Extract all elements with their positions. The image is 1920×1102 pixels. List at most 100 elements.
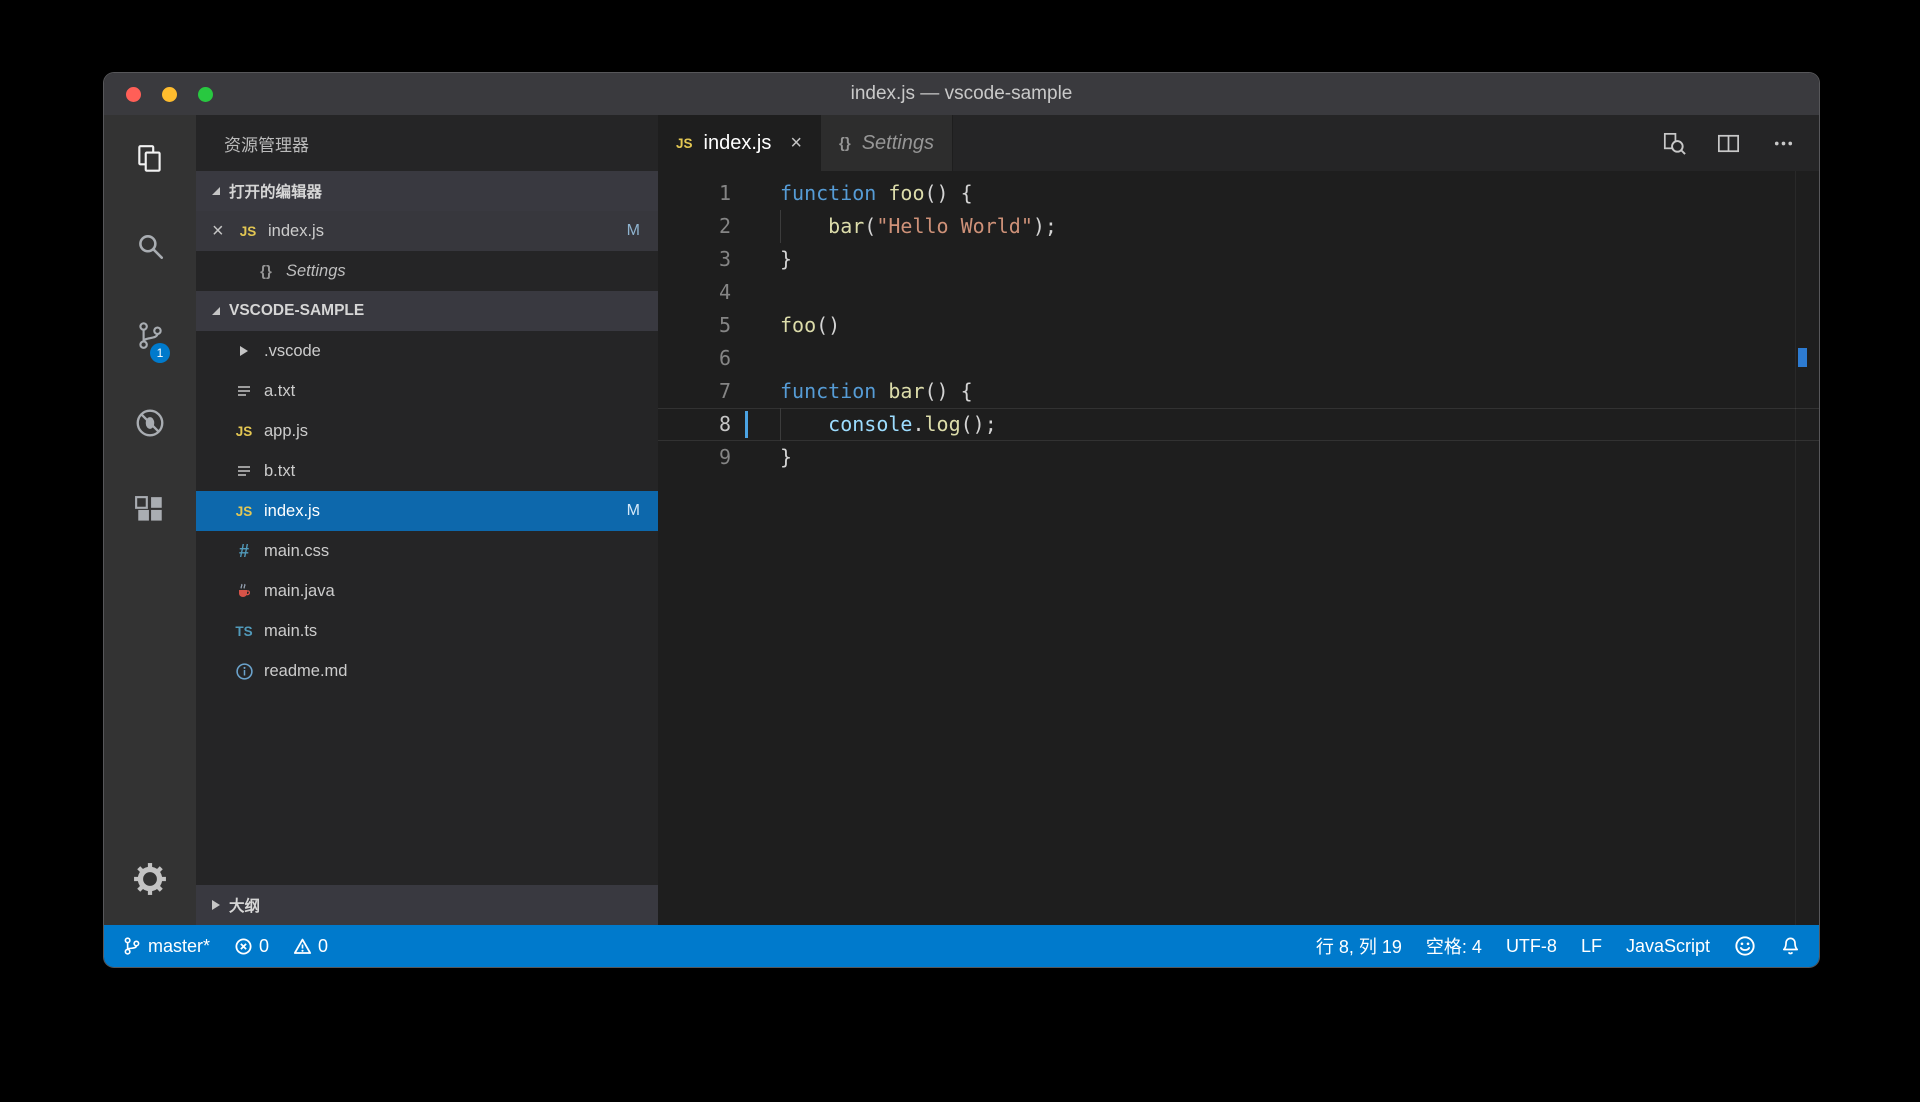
explorer-icon[interactable]	[104, 115, 196, 203]
close-tab-icon[interactable]: ×	[790, 132, 802, 155]
git-branch-status[interactable]: master*	[122, 936, 210, 957]
source-control-icon[interactable]: 1	[104, 291, 196, 379]
file-row-maincss[interactable]: # main.css	[196, 531, 658, 571]
warning-count: 0	[318, 936, 328, 957]
file-row-indexjs-selected[interactable]: JS index.js M	[196, 491, 658, 531]
file-name: main.java	[264, 582, 335, 601]
open-editor-item-settings[interactable]: {} Settings	[196, 251, 658, 291]
modified-badge: M	[627, 502, 658, 520]
errors-status[interactable]: 0	[234, 936, 269, 957]
code-line-7[interactable]: 7 function bar() {	[658, 375, 1819, 408]
code-lines: 1function foo() {2 bar("Hello World");3}…	[658, 177, 1819, 474]
file-row-btxt[interactable]: b.txt	[196, 451, 658, 491]
project-section-header[interactable]: VSCODE-SAMPLE	[196, 291, 658, 331]
code-line-8[interactable]: 8 console.log();	[658, 408, 1819, 441]
line-number: 1	[658, 177, 731, 210]
line-number: 8	[658, 408, 731, 441]
chevron-expanded-icon	[212, 307, 220, 315]
code-text: bar("Hello World");	[780, 210, 1057, 243]
more-actions-icon[interactable]	[1770, 130, 1797, 157]
indentation-status[interactable]: 空格: 4	[1426, 933, 1482, 959]
file-name: b.txt	[264, 462, 295, 481]
scm-badge: 1	[150, 343, 170, 363]
find-in-file-icon[interactable]	[1660, 130, 1687, 157]
file-row-readmemd[interactable]: readme.md	[196, 651, 658, 691]
line-number: 3	[658, 243, 731, 276]
file-name: a.txt	[264, 382, 295, 401]
settings-gear-icon[interactable]	[104, 833, 196, 925]
code-line-3[interactable]: 3}	[658, 243, 1819, 276]
text-file-icon	[230, 382, 258, 400]
search-icon[interactable]	[104, 203, 196, 291]
code-line-5[interactable]: 5foo()	[658, 309, 1819, 342]
notifications-bell-icon[interactable]	[1780, 936, 1801, 957]
text-cursor	[745, 411, 748, 438]
code-editor[interactable]: 1function foo() {2 bar("Hello World");3}…	[658, 171, 1819, 925]
info-icon	[230, 662, 258, 681]
extensions-icon[interactable]	[104, 467, 196, 555]
branch-name: master*	[148, 936, 210, 957]
chevron-right-icon	[230, 346, 258, 356]
code-line-9[interactable]: 9}	[658, 441, 1819, 474]
file-row-atxt[interactable]: a.txt	[196, 371, 658, 411]
code-line-6[interactable]: 6	[658, 342, 1819, 375]
minimize-window-button[interactable]	[162, 87, 177, 102]
open-editors-section-header[interactable]: 打开的编辑器	[196, 171, 658, 211]
open-editors-label: 打开的编辑器	[229, 180, 322, 202]
file-name: app.js	[264, 422, 308, 441]
ts-icon: TS	[230, 624, 258, 639]
js-icon: JS	[230, 424, 258, 439]
explorer-title: 资源管理器	[196, 115, 658, 171]
code-text: function bar() {	[780, 375, 973, 408]
cursor-position-status[interactable]: 行 8, 列 19	[1316, 933, 1402, 959]
file-row-vscode-folder[interactable]: .vscode	[196, 331, 658, 371]
line-number: 4	[658, 276, 731, 309]
zoom-window-button[interactable]	[198, 87, 213, 102]
code-text: }	[780, 441, 792, 474]
file-row-appjs[interactable]: JS app.js	[196, 411, 658, 451]
warnings-status[interactable]: 0	[293, 936, 328, 957]
line-number: 5	[658, 309, 731, 342]
close-window-button[interactable]	[126, 87, 141, 102]
outline-section-header[interactable]: 大纲	[196, 885, 658, 925]
close-icon[interactable]: ×	[212, 220, 234, 243]
vscode-window: index.js — vscode-sample	[104, 73, 1819, 967]
line-number: 9	[658, 441, 731, 474]
file-row-maints[interactable]: TS main.ts	[196, 611, 658, 651]
titlebar: index.js — vscode-sample	[104, 73, 1819, 115]
warning-icon	[293, 937, 312, 956]
overview-ruler[interactable]	[1795, 171, 1819, 925]
indent-guide	[780, 408, 781, 441]
tab-settings[interactable]: {} Settings	[821, 115, 953, 171]
open-editor-item-indexjs[interactable]: × JS index.js M	[196, 211, 658, 251]
braces-icon: {}	[839, 135, 851, 152]
project-label: VSCODE-SAMPLE	[229, 302, 364, 320]
css-icon: #	[230, 541, 258, 562]
encoding-status[interactable]: UTF-8	[1506, 936, 1557, 957]
code-text: }	[780, 243, 792, 276]
activity-bar: 1	[104, 115, 196, 925]
split-editor-icon[interactable]	[1715, 130, 1742, 157]
eol-status[interactable]: LF	[1581, 936, 1602, 957]
line-number: 7	[658, 375, 731, 408]
file-name: main.ts	[264, 622, 317, 641]
line-number: 2	[658, 210, 731, 243]
tab-label: Settings	[862, 132, 934, 155]
status-bar: master* 0 0 行 8, 列 19 空格: 4 UT	[104, 925, 1819, 967]
line-number: 6	[658, 342, 731, 375]
code-line-1[interactable]: 1function foo() {	[658, 177, 1819, 210]
open-editor-filename: index.js	[268, 222, 324, 241]
language-mode-status[interactable]: JavaScript	[1626, 936, 1710, 957]
debug-icon[interactable]	[104, 379, 196, 467]
window-controls	[126, 73, 213, 115]
js-icon: JS	[676, 136, 693, 151]
braces-icon: {}	[252, 263, 280, 280]
java-icon	[230, 582, 258, 600]
file-row-mainjava[interactable]: main.java	[196, 571, 658, 611]
sidebar-explorer: 资源管理器 打开的编辑器 × JS index.js M {} Settings…	[196, 115, 658, 925]
code-line-2[interactable]: 2 bar("Hello World");	[658, 210, 1819, 243]
code-line-4[interactable]: 4	[658, 276, 1819, 309]
feedback-smiley-icon[interactable]	[1734, 935, 1756, 957]
error-icon	[234, 937, 253, 956]
tab-indexjs[interactable]: JS index.js ×	[658, 115, 821, 171]
